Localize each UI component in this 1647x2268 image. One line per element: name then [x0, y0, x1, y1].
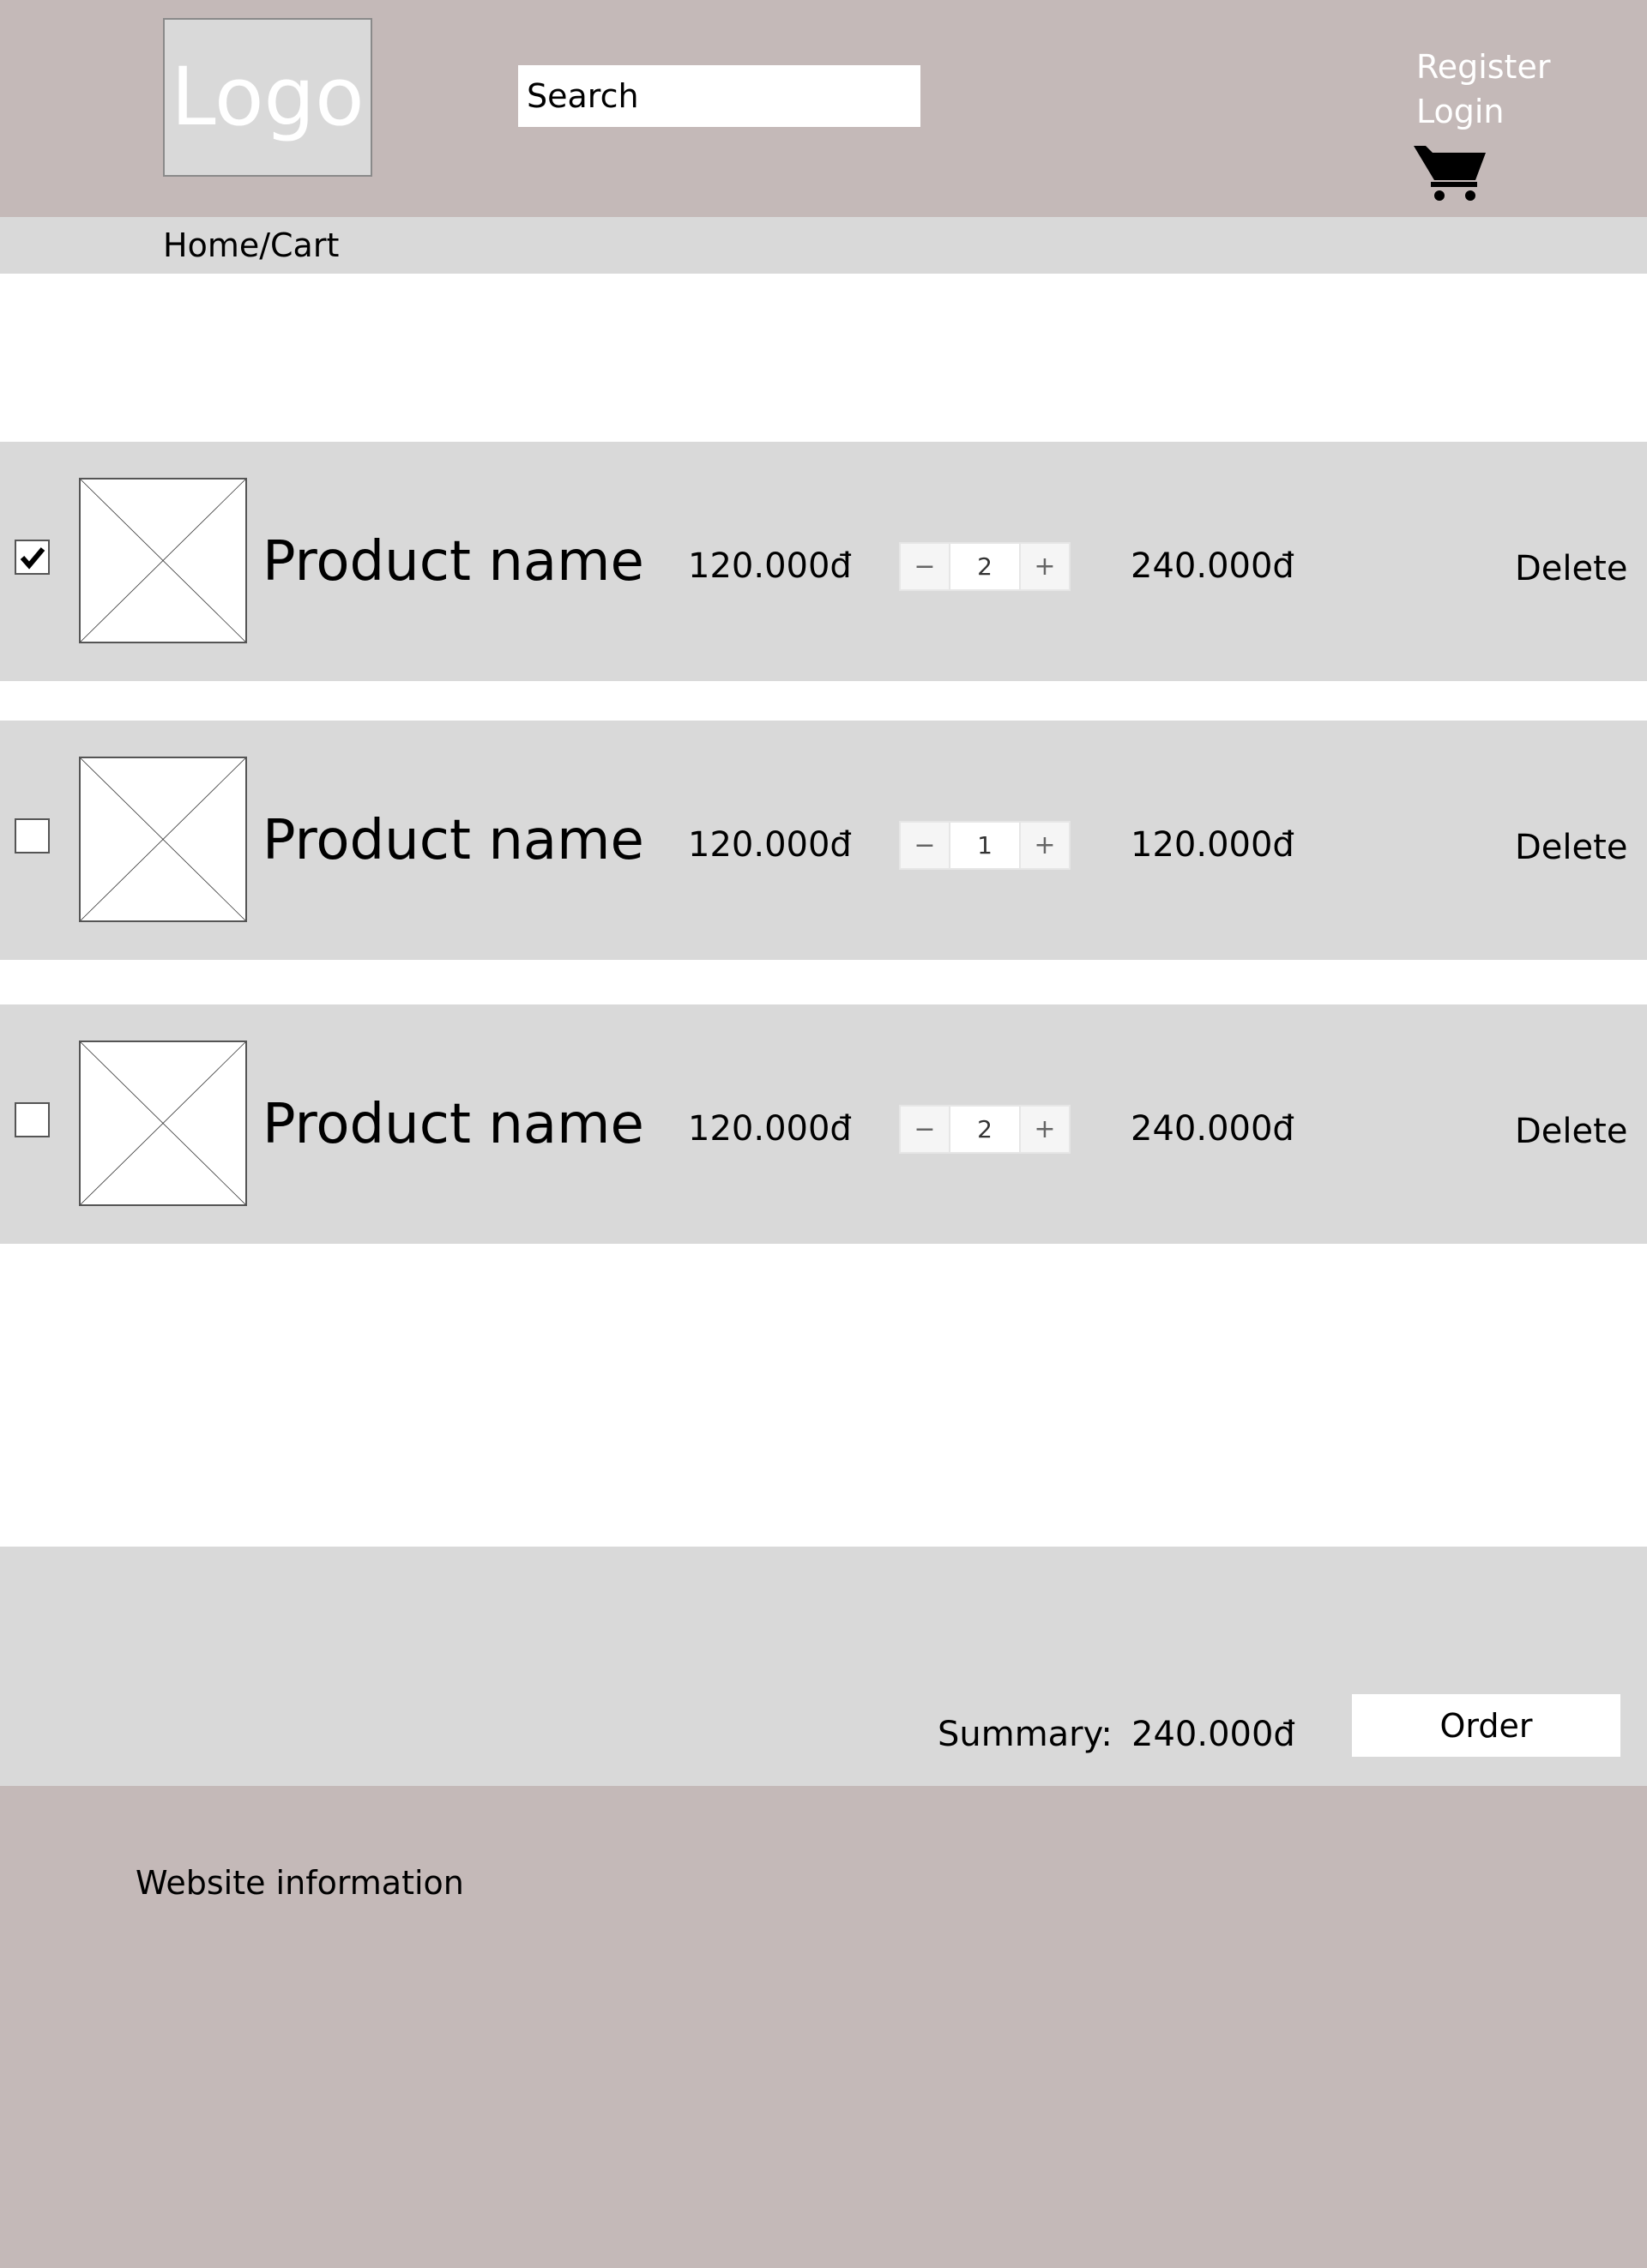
- cart-row: Product name 120.000đ − 2 + 240.000đ Del…: [0, 1004, 1647, 1244]
- delete-button[interactable]: Delete: [1515, 824, 1627, 871]
- quantity-value[interactable]: 1: [949, 823, 1021, 868]
- search-input[interactable]: [518, 65, 920, 127]
- order-summary: Summary: 240.000đ Order: [0, 1547, 1647, 1786]
- quantity-value[interactable]: 2: [949, 544, 1021, 589]
- checkmark-icon: [20, 546, 45, 570]
- cart-row: Product name 120.000đ − 1 + 120.000đ Del…: [0, 721, 1647, 960]
- site-footer: Website information: [0, 1786, 1647, 2268]
- quantity-stepper: − 1 +: [899, 821, 1071, 870]
- auth-links: Register Login: [1416, 45, 1550, 134]
- product-image-placeholder: [79, 1041, 247, 1206]
- item-checkbox[interactable]: [15, 1102, 50, 1137]
- breadcrumb-bar: Home/Cart: [0, 217, 1647, 274]
- order-button[interactable]: Order: [1352, 1694, 1620, 1757]
- product-image-placeholder: [79, 757, 247, 922]
- quantity-value[interactable]: 2: [949, 1107, 1021, 1152]
- decrement-button[interactable]: −: [901, 823, 949, 868]
- quantity-stepper: − 2 +: [899, 542, 1071, 591]
- breadcrumb[interactable]: Home/Cart: [163, 224, 339, 267]
- product-name[interactable]: Product name: [262, 806, 644, 875]
- decrement-button[interactable]: −: [901, 1107, 949, 1152]
- unit-price: 120.000đ: [688, 825, 852, 865]
- line-total: 240.000đ: [1131, 546, 1294, 586]
- product-image-placeholder: [79, 478, 247, 643]
- increment-button[interactable]: +: [1021, 823, 1069, 868]
- site-logo[interactable]: Logo: [163, 18, 372, 177]
- login-link[interactable]: Login: [1416, 89, 1550, 134]
- product-name[interactable]: Product name: [262, 528, 644, 596]
- item-checkbox[interactable]: [15, 818, 50, 854]
- summary-amount: 240.000đ: [1131, 1715, 1295, 1754]
- quantity-stepper: − 2 +: [899, 1105, 1071, 1154]
- decrement-button[interactable]: −: [901, 544, 949, 589]
- unit-price: 120.000đ: [688, 546, 852, 586]
- summary-label: Summary:: [938, 1715, 1113, 1754]
- website-information: Website information: [136, 1864, 464, 1902]
- increment-button[interactable]: +: [1021, 544, 1069, 589]
- increment-button[interactable]: +: [1021, 1107, 1069, 1152]
- site-header: Logo Register Login: [0, 0, 1647, 217]
- shopping-cart-icon[interactable]: [1414, 144, 1487, 202]
- product-name[interactable]: Product name: [262, 1090, 644, 1159]
- cart-row: Product name 120.000đ − 2 + 240.000đ Del…: [0, 442, 1647, 681]
- item-checkbox[interactable]: [15, 540, 50, 575]
- delete-button[interactable]: Delete: [1515, 546, 1627, 592]
- delete-button[interactable]: Delete: [1515, 1108, 1627, 1155]
- unit-price: 120.000đ: [688, 1109, 852, 1149]
- line-total: 120.000đ: [1131, 825, 1294, 865]
- register-link[interactable]: Register: [1416, 45, 1550, 89]
- line-total: 240.000đ: [1131, 1109, 1294, 1149]
